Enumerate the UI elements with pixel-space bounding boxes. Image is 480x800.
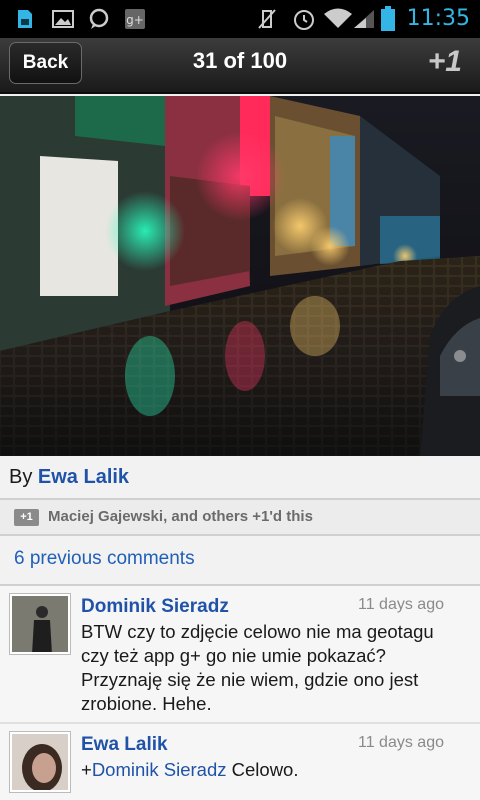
avatar[interactable] xyxy=(10,732,70,792)
comment-timestamp: 11 days ago xyxy=(358,596,444,613)
plus-one-button[interactable]: +1 xyxy=(428,40,462,84)
post-photo[interactable] xyxy=(0,96,480,456)
comment-author[interactable]: Dominik Sieradz xyxy=(81,596,229,618)
wifi-icon xyxy=(324,8,352,28)
battery-icon xyxy=(381,6,395,31)
comment-timestamp: 11 days ago xyxy=(358,734,444,751)
plus-one-row[interactable]: +1 Maciej Gajewski, and others +1'd this xyxy=(0,500,480,536)
avatar-dominik-icon xyxy=(12,596,68,652)
sim-card-icon xyxy=(18,10,32,28)
photo-counter: 31 of 100 xyxy=(192,48,288,73)
avatar-ewa-icon xyxy=(12,734,68,790)
post-author-byline: By Ewa Lalik xyxy=(9,466,129,489)
comment-item: Dominik Sieradz 11 days ago BTW czy to z… xyxy=(0,586,480,724)
by-prefix: By xyxy=(9,466,33,488)
comment-body: Celowo. xyxy=(226,759,299,780)
talk-icon xyxy=(89,8,109,29)
status-bar: g+ 11:35 xyxy=(0,0,480,38)
comment-text: +Dominik Sieradz Celowo. xyxy=(81,758,441,782)
previous-comments-row[interactable]: 6 previous comments xyxy=(0,536,480,586)
vibrate-muted-icon xyxy=(258,9,276,29)
avatar[interactable] xyxy=(10,594,70,654)
plus-one-badge-icon: +1 xyxy=(14,509,39,526)
comment-author[interactable]: Ewa Lalik xyxy=(81,734,168,756)
back-button[interactable]: Back xyxy=(9,42,82,84)
post-author-link[interactable]: Ewa Lalik xyxy=(38,466,129,488)
plus-one-text: Maciej Gajewski, and others +1'd this xyxy=(48,508,313,525)
gallery-icon xyxy=(52,10,74,28)
comment-text: BTW czy to zdjęcie celowo nie ma geotagu… xyxy=(81,621,434,714)
post-author-row: By Ewa Lalik xyxy=(0,456,480,500)
signal-icon xyxy=(354,10,374,28)
google-plus-icon: g+ xyxy=(125,9,145,29)
mention-prefix: + xyxy=(81,759,92,780)
title-bar: Back 31 of 100 +1 xyxy=(0,38,480,94)
mention-link[interactable]: Dominik Sieradz xyxy=(92,759,227,780)
alarm-icon xyxy=(294,10,314,30)
photo-night-street-image xyxy=(0,96,480,456)
clock: 11:35 xyxy=(406,6,470,31)
previous-comments-link[interactable]: 6 previous comments xyxy=(14,548,195,570)
svg-text:g+: g+ xyxy=(126,13,144,27)
comment-item: Ewa Lalik 11 days ago +Dominik Sieradz C… xyxy=(0,724,480,800)
